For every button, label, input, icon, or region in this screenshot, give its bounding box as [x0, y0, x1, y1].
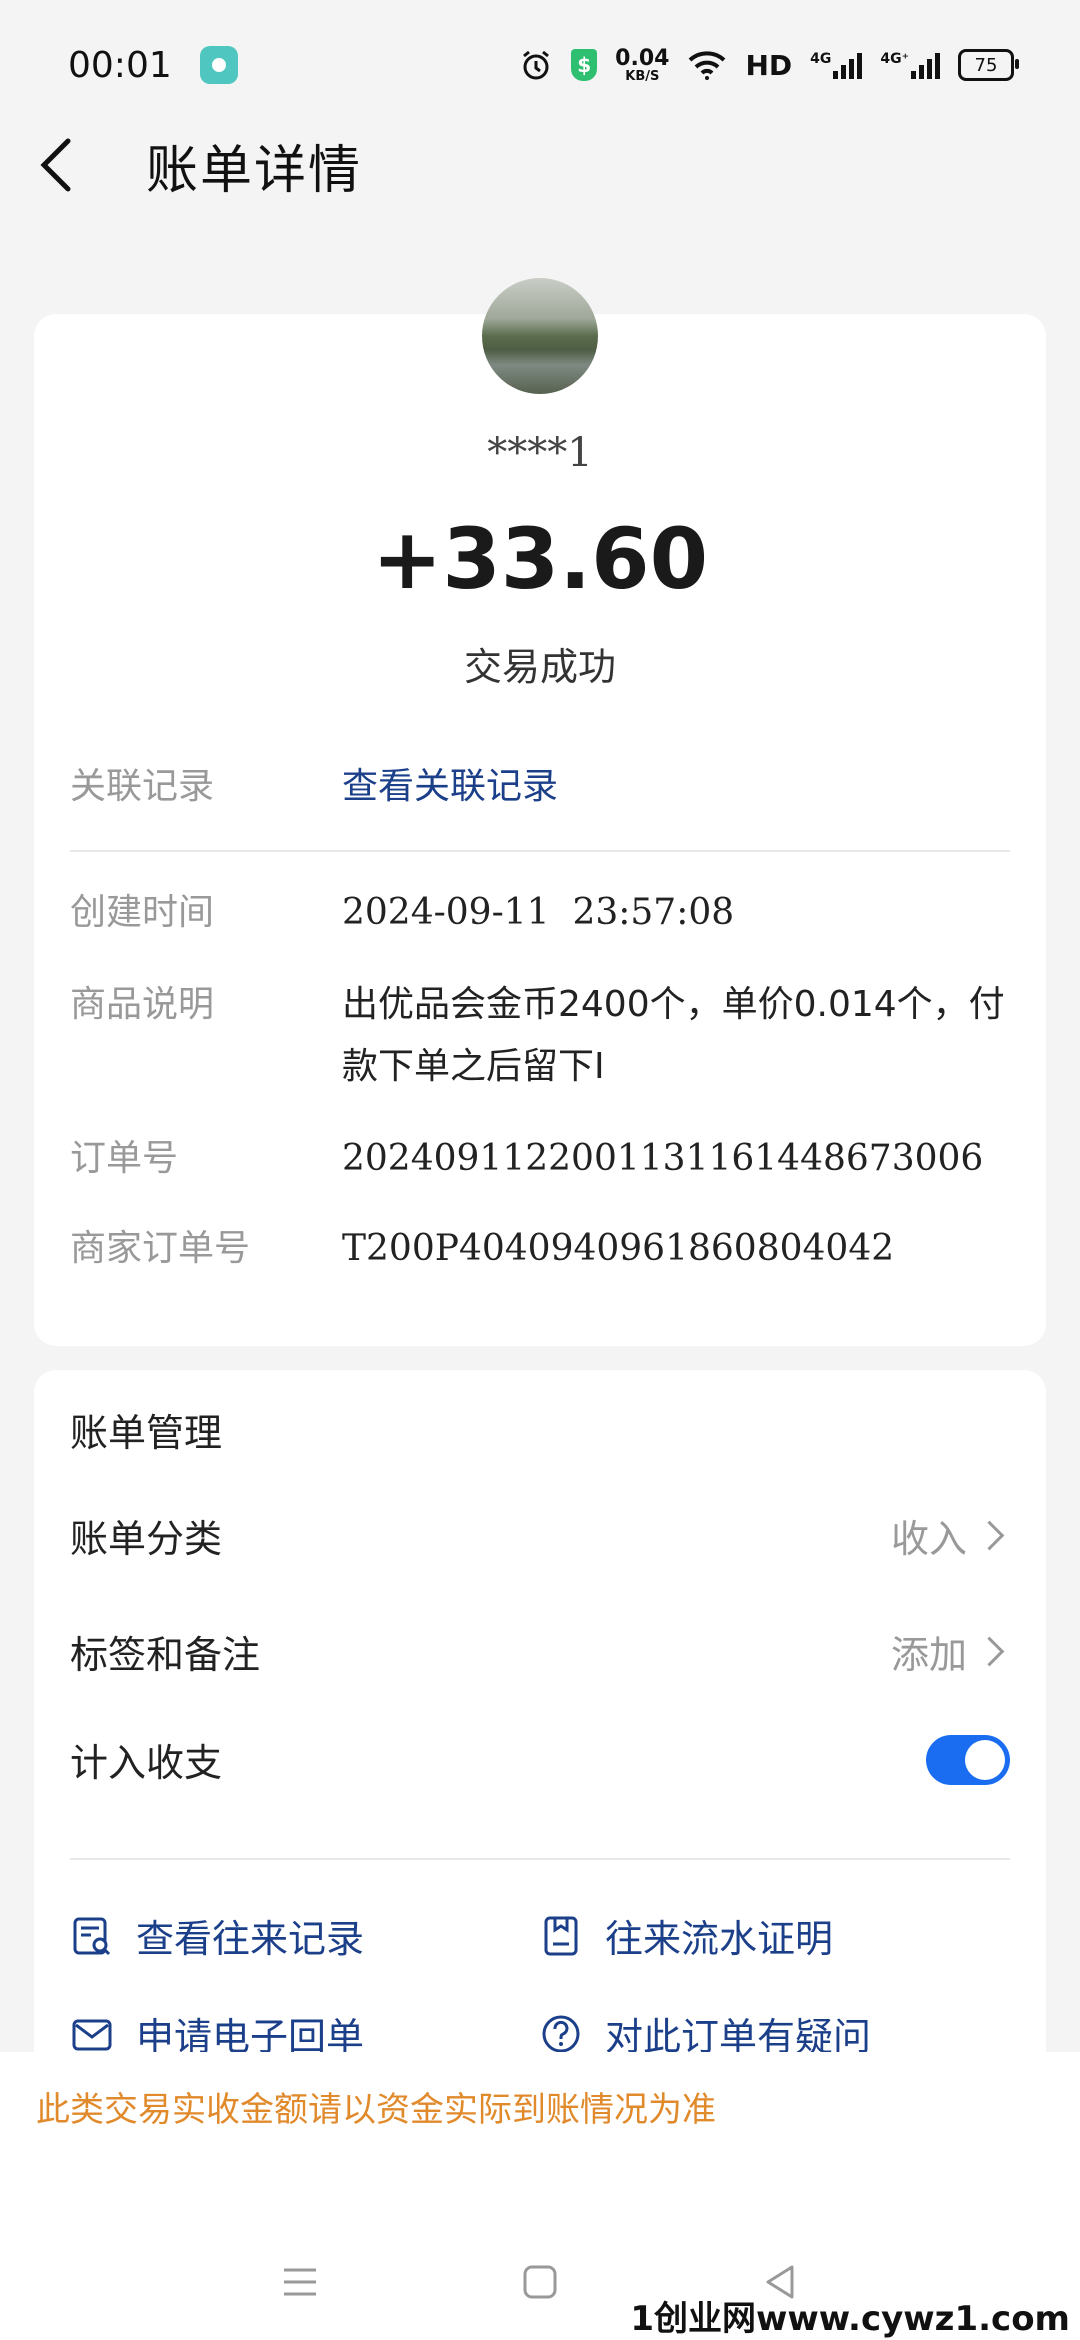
square-home-icon	[523, 2265, 557, 2299]
chevron-right-icon	[974, 1520, 1005, 1551]
alarm-icon	[523, 50, 550, 80]
merchant-order-row: 商家订单号 T200P4040940961860804042	[70, 1218, 1010, 1280]
hd-indicator: HD	[745, 48, 793, 82]
order-number-label: 订单号	[70, 1138, 179, 1179]
wifi-icon	[689, 51, 726, 80]
chevron-right-icon	[974, 1636, 1005, 1667]
count-in-budget-toggle[interactable]	[926, 1734, 1010, 1785]
record-search-icon	[73, 1917, 111, 1955]
created-time-row: 创建时间 2024-09-11 23:57:08	[70, 882, 1010, 944]
transaction-proof-label: 往来流水证明	[605, 1917, 834, 1961]
merchant-order-label: 商家订单号	[70, 1228, 251, 1269]
divider	[70, 850, 1010, 852]
back-button[interactable]	[36, 135, 96, 195]
transaction-card: ****1 +33.60 交易成功 关联记录 查看关联记录 创建时间 2024-…	[34, 278, 1046, 1346]
view-history-button[interactable]: 查看往来记录	[70, 1908, 364, 1963]
chevron-left-icon	[40, 138, 71, 192]
created-time-value: 2024-09-11 23:57:08	[342, 892, 735, 933]
signal-icon-sim2: 4G⁺	[880, 51, 940, 79]
security-shield-icon: $	[571, 49, 598, 81]
status-time: 00:01	[68, 44, 172, 86]
count-in-budget-row: 计入收支	[70, 1732, 1010, 1787]
transaction-proof-button[interactable]: 往来流水证明	[539, 1908, 833, 1963]
tags-notes-label: 标签和备注	[70, 1633, 261, 1677]
order-number-value: 2024091122001131161448673006	[342, 1138, 984, 1179]
description-label: 商品说明	[70, 984, 215, 1025]
view-history-label: 查看往来记录	[136, 1917, 365, 1961]
merchant-order-value: T200P4040940961860804042	[342, 1228, 895, 1269]
tags-notes-row[interactable]: 标签和备注 添加	[70, 1624, 1010, 1679]
avatar	[482, 278, 598, 394]
battery-icon: 75	[958, 49, 1019, 81]
transaction-status: 交易成功	[463, 645, 616, 689]
tags-notes-value: 添加	[890, 1633, 967, 1677]
help-icon	[542, 2015, 580, 2052]
order-number-row: 订单号 2024091122001131161448673006	[70, 1128, 1010, 1190]
payer-name: ****1	[487, 430, 593, 476]
app-notification-icon	[199, 46, 238, 84]
page-title: 账单详情	[146, 140, 363, 201]
description-value: 出优品会金币2400个，单价0.014个，付 款下单之后留下I	[342, 984, 1005, 1087]
section-title: 账单管理	[70, 1411, 223, 1455]
home-nav-button[interactable]	[520, 2262, 560, 2302]
notice-text: 此类交易实收金额请以资金实际到账情况为准	[36, 2090, 716, 2130]
divider	[70, 1858, 1010, 1860]
signal-icon-sim1: 4G	[810, 51, 863, 79]
watermark-text: 1创业网www.cywz1.com	[630, 2299, 1070, 2339]
mail-icon	[72, 2019, 112, 2050]
bottom-notice-area: 此类交易实收金额请以资金实际到账情况为准 1创业网www.cywz1.com	[0, 2052, 1080, 2340]
bill-category-value: 收入	[890, 1517, 967, 1561]
bill-management-card: 账单管理 账单分类 收入 标签和备注 添加 计入收支 查看往来记录 往来流水证明…	[34, 1370, 1046, 2070]
status-bar: 00:01 $ 0.04 KB/S HD 4G 4G⁺ 75	[0, 0, 1080, 130]
count-in-budget-label: 计入收支	[70, 1741, 223, 1785]
description-row: 商品说明 出优品会金币2400个，单价0.014个，付 款下单之后留下I	[70, 974, 1010, 1098]
bill-category-row[interactable]: 账单分类 收入	[70, 1508, 1010, 1563]
related-record-label: 关联记录	[70, 766, 215, 807]
related-record-link[interactable]: 查看关联记录	[342, 756, 558, 818]
menu-icon	[284, 2268, 316, 2296]
network-speed: 0.04 KB/S	[615, 45, 670, 84]
transaction-amount: +33.60	[371, 510, 709, 608]
app-header: 账单详情	[0, 120, 1080, 210]
bill-category-label: 账单分类	[70, 1517, 223, 1561]
document-icon	[544, 1916, 578, 1955]
menu-nav-button[interactable]	[280, 2262, 320, 2302]
related-record-row: 关联记录 查看关联记录	[70, 756, 1010, 818]
created-time-label: 创建时间	[70, 892, 215, 933]
